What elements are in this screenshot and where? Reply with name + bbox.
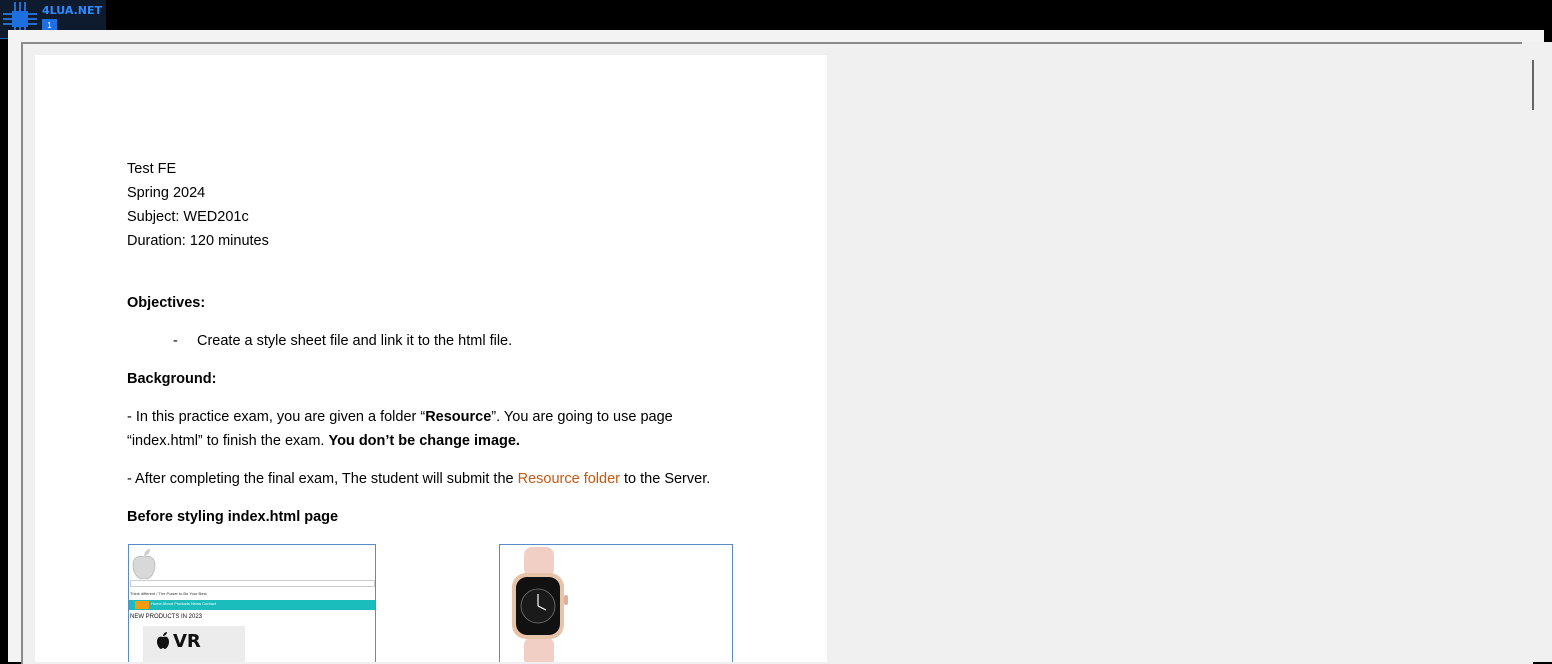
bg-p2-resource-folder: Resource folder: [517, 471, 620, 487]
document-page: Test FE Spring 2024 Subject: WED201c Dur…: [35, 55, 827, 662]
before-styling-heading: Before styling index.html page: [127, 509, 339, 525]
thumbnail-tagline: Think different / The Power to Be Your B…: [130, 591, 207, 596]
bg-p1-d: “index.html” to finish the exam.: [127, 433, 329, 449]
background-paragraph-2: - After completing the final exam, The s…: [127, 467, 767, 491]
thumbnail-nav-home: [135, 601, 149, 609]
scroll-thumb[interactable]: [1532, 60, 1534, 110]
doc-title: Test FE: [127, 161, 177, 177]
background-heading: Background:: [127, 371, 217, 387]
apple-watch-image: [512, 547, 568, 662]
doc-duration: Duration: 120 minutes: [127, 233, 269, 249]
thumbnail-nav-bar: Home About Products News Contact: [129, 600, 375, 610]
apple-small-icon: [157, 632, 169, 649]
thumbnail-nav-items: Home About Products News Contact: [151, 601, 216, 606]
screenshot-index-before: Think different / The Power to Be Your B…: [128, 544, 376, 662]
bg-p1-a: - In this practice exam, you are given a…: [127, 409, 426, 425]
vertical-scrollbar[interactable]: [1522, 42, 1552, 662]
bg-p2-c: to the Server.: [619, 471, 711, 487]
screenshot-product-image: [499, 544, 733, 662]
thumbnail-heading: NEW PRODUCTS IN 2023: [130, 614, 203, 620]
doc-subject: Subject: WED201c: [127, 209, 249, 225]
bg-p2-a: - After completing the final exam, The s…: [127, 471, 518, 487]
thumbnail-vr-text: VR: [173, 631, 201, 652]
doc-semester: Spring 2024: [127, 185, 206, 201]
background-paragraph-1-line-1: - In this practice exam, you are given a…: [127, 405, 767, 429]
bg-p1-c: ”. You are going to use page: [491, 409, 673, 425]
bg-p1-resource: Resource: [425, 409, 492, 425]
document-body: Test FE Spring 2024 Subject: WED201c Dur…: [127, 157, 767, 529]
objectives-heading: Objectives:: [127, 295, 206, 311]
objectives-item: - Create a style sheet file and link it t…: [127, 329, 767, 353]
objectives-item-text: Create a style sheet file and link it to…: [197, 333, 513, 349]
bullet-dash: -: [173, 333, 178, 349]
bg-p1-warning: You don’t be change image.: [328, 433, 520, 449]
background-paragraph-1-line-2: “index.html” to finish the exam. You don…: [127, 429, 767, 453]
apple-logo-icon: [132, 549, 156, 580]
thumbnail-search-bar: [130, 580, 375, 587]
logo-text: 4LUA.NET: [42, 4, 102, 17]
